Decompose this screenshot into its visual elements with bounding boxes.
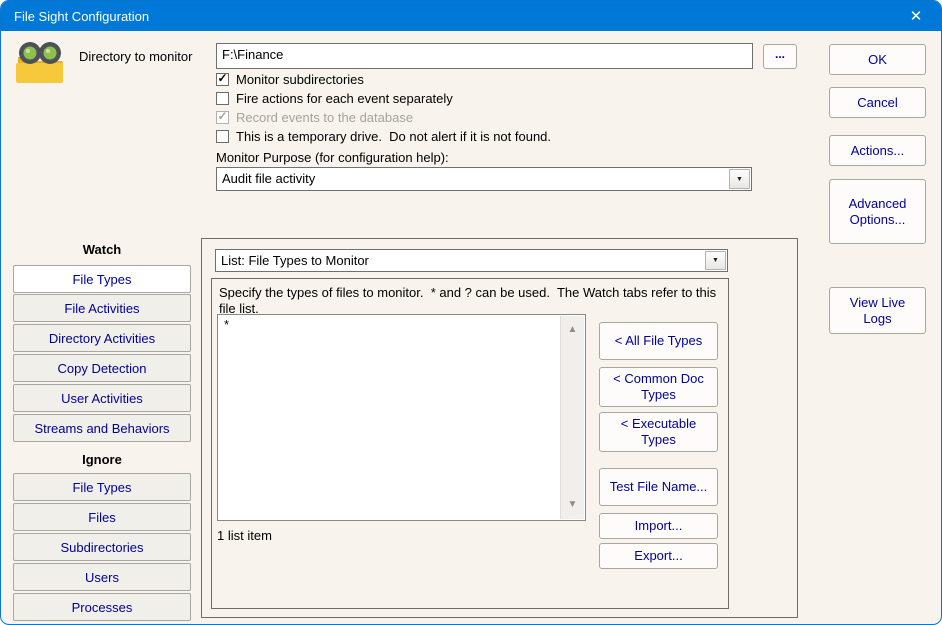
chevron-down-icon[interactable]: ▼ <box>729 169 750 189</box>
file-sight-binoculars-folder-icon <box>15 39 67 87</box>
executable-types-button[interactable]: < Executable Types <box>599 412 718 452</box>
checkbox-box-checked-disabled: ✓ <box>216 111 229 124</box>
common-doc-types-button[interactable]: < Common Doc Types <box>599 367 718 407</box>
monitor-purpose-dropdown[interactable]: Audit file activity ▼ <box>216 167 752 191</box>
sidebar-item-ignore-users[interactable]: Users <box>13 563 191 591</box>
ignore-section-header: Ignore <box>13 452 191 467</box>
sidebar-item-watch-file-activities[interactable]: File Activities <box>13 294 191 322</box>
checkbox-box-unchecked[interactable] <box>216 130 229 143</box>
all-file-types-button[interactable]: < All File Types <box>599 322 718 360</box>
checkbox-box-checked[interactable]: ✓ <box>216 73 229 86</box>
actions-button[interactable]: Actions... <box>829 135 926 166</box>
monitor-purpose-label: Monitor Purpose (for configuration help)… <box>216 150 449 165</box>
test-file-name-button[interactable]: Test File Name... <box>599 468 718 506</box>
checkbox-box-unchecked[interactable] <box>216 92 229 105</box>
sidebar-item-ignore-subdirectories[interactable]: Subdirectories <box>13 533 191 561</box>
directory-to-monitor-label: Directory to monitor <box>79 49 192 64</box>
ok-button[interactable]: OK <box>829 44 926 75</box>
advanced-options-button[interactable]: Advanced Options... <box>829 179 926 244</box>
file-sight-configuration-dialog: File Sight Configuration ✕ Directory to … <box>0 0 942 625</box>
checkbox-monitor-subdirectories[interactable]: ✓ Monitor subdirectories <box>216 71 364 87</box>
checkbox-record-events-database: ✓ Record events to the database <box>216 109 413 125</box>
listbox-scrollbar[interactable]: ▲ ▼ <box>560 316 584 519</box>
list-count-label: 1 list item <box>217 528 272 543</box>
monitor-purpose-value: Audit file activity <box>222 171 725 186</box>
check-icon: ✓ <box>217 73 227 83</box>
watch-section-header: Watch <box>13 242 191 257</box>
sidebar-item-ignore-file-types[interactable]: File Types <box>13 473 191 501</box>
scroll-up-icon[interactable]: ▲ <box>561 320 584 340</box>
sidebar-item-watch-streams-behaviors[interactable]: Streams and Behaviors <box>13 414 191 442</box>
sidebar-item-ignore-files[interactable]: Files <box>13 503 191 531</box>
chevron-down-icon[interactable]: ▼ <box>705 251 726 270</box>
directory-input[interactable]: F:\Finance <box>216 43 753 69</box>
instructions-text: Specify the types of files to monitor. *… <box>219 285 725 317</box>
scroll-down-icon[interactable]: ▼ <box>561 495 584 515</box>
sidebar-item-watch-user-activities[interactable]: User Activities <box>13 384 191 412</box>
sidebar-item-watch-file-types[interactable]: File Types <box>13 265 191 293</box>
sidebar-item-watch-copy-detection[interactable]: Copy Detection <box>13 354 191 382</box>
view-live-logs-button[interactable]: View Live Logs <box>829 287 926 334</box>
list-selector-dropdown[interactable]: List: File Types to Monitor ▼ <box>215 249 728 272</box>
checkbox-fire-actions-separately[interactable]: Fire actions for each event separately <box>216 90 453 106</box>
list-item[interactable]: * <box>224 317 229 332</box>
export-button[interactable]: Export... <box>599 543 718 569</box>
window-title: File Sight Configuration <box>14 9 941 24</box>
close-icon[interactable]: ✕ <box>899 1 933 31</box>
cancel-button[interactable]: Cancel <box>829 87 926 118</box>
file-types-listbox[interactable]: * ▲ ▼ <box>217 314 586 521</box>
sidebar-item-ignore-processes[interactable]: Processes <box>13 593 191 621</box>
import-button[interactable]: Import... <box>599 513 718 539</box>
list-selector-value: List: File Types to Monitor <box>221 253 701 268</box>
browse-button[interactable]: ... <box>763 44 797 69</box>
checkbox-temporary-drive[interactable]: This is a temporary drive. Do not alert … <box>216 128 551 144</box>
sidebar-item-watch-directory-activities[interactable]: Directory Activities <box>13 324 191 352</box>
titlebar[interactable]: File Sight Configuration ✕ <box>1 1 941 31</box>
check-icon: ✓ <box>217 111 227 121</box>
